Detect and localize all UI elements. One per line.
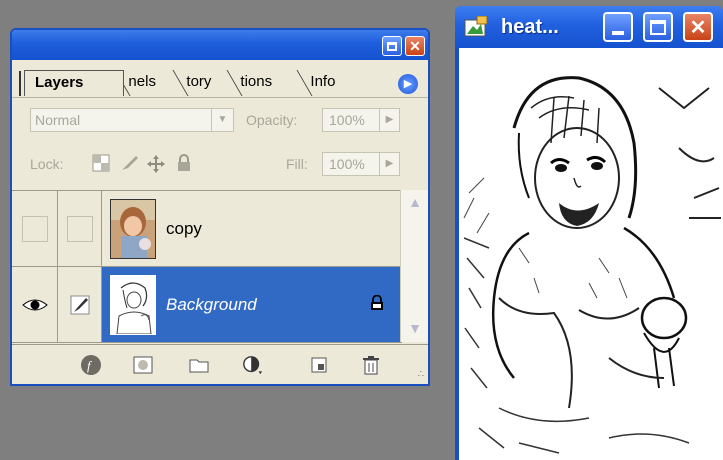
palette-menu-button[interactable]: ▶ (398, 74, 418, 94)
adjustment-icon (243, 356, 263, 375)
trash-icon (363, 356, 379, 375)
lock-label: Lock: (30, 156, 64, 172)
image-canvas[interactable] (459, 48, 723, 460)
tab-layers[interactable]: Layers (19, 70, 124, 96)
folder-icon (189, 359, 209, 373)
lock-move-icon[interactable] (146, 154, 166, 179)
link-toggle[interactable] (58, 267, 102, 342)
scroll-down-icon[interactable]: ▼ (405, 320, 425, 338)
maximize-icon (650, 19, 666, 35)
sketch-photo (459, 48, 723, 460)
palette-tabs: Layers nels tory tions Info ▶ (12, 60, 428, 98)
layer-name-background[interactable]: Background (166, 295, 257, 315)
link-layers-button[interactable]: f (80, 354, 102, 376)
link-empty-box (66, 215, 93, 242)
palette-maximize-button[interactable] (382, 36, 402, 56)
layer-thumbnail-copy (110, 199, 156, 259)
scroll-up-icon[interactable]: ▲ (405, 194, 425, 212)
link-toggle[interactable] (58, 191, 102, 266)
new-layer-icon (311, 357, 327, 373)
lock-all-icon[interactable] (176, 154, 192, 177)
palette-close-button[interactable]: ✕ (405, 36, 425, 56)
minimize-button[interactable] (603, 12, 633, 42)
play-icon: ▶ (403, 78, 413, 90)
blend-opacity-row: Normal ▼ Opacity: 100% ▶ (12, 100, 428, 138)
layer-style-icon: f (81, 355, 101, 375)
image-window-title: heat... (501, 16, 559, 38)
fill-value: 100% (329, 156, 365, 172)
fill-label: Fill: (286, 156, 308, 172)
layers-list: copy Background (12, 190, 402, 343)
close-icon: ✕ (409, 37, 421, 54)
image-window: heat... ✕ (455, 6, 723, 460)
close-icon: ✕ (689, 16, 707, 39)
blend-mode-value: Normal (35, 112, 81, 128)
lock-fill-row: Lock: Fill: 100% ▶ (12, 144, 428, 182)
layer-row-copy[interactable]: copy (12, 191, 402, 267)
layers-scrollbar[interactable]: ▲ ▼ (400, 190, 428, 342)
new-layer-button[interactable] (308, 354, 330, 376)
visibility-empty-box (21, 215, 48, 242)
layer-thumbnail-background (110, 275, 156, 335)
layer-name-copy[interactable]: copy (166, 219, 202, 239)
new-group-button[interactable] (188, 354, 210, 376)
visibility-toggle[interactable] (12, 191, 58, 266)
layers-palette: ✕ Layers nels tory tions Info ▶ Normal ▼… (10, 28, 430, 386)
minimize-icon (612, 31, 624, 35)
palette-footer: f ∴ (12, 344, 428, 384)
eye-icon (21, 299, 48, 310)
photoshop-document-icon (464, 16, 488, 37)
close-button[interactable]: ✕ (683, 12, 713, 42)
image-window-titlebar[interactable]: heat... ✕ (455, 6, 723, 48)
add-mask-button[interactable] (132, 354, 154, 376)
tab-actions[interactable]: tions (226, 70, 304, 96)
layer-lock-icon (370, 294, 384, 316)
palette-titlebar[interactable]: ✕ (12, 30, 428, 60)
brush-icon (70, 295, 89, 314)
mask-icon (133, 356, 153, 374)
lock-brush-icon[interactable] (120, 154, 140, 177)
fill-slider-arrow-icon[interactable]: ▶ (379, 153, 399, 175)
layer-row-background[interactable]: Background (12, 267, 402, 343)
chevron-down-icon: ▼ (211, 109, 233, 131)
lock-transparency-icon[interactable] (92, 154, 110, 177)
maximize-button[interactable] (643, 12, 673, 42)
resize-grip-icon[interactable]: ∴ (418, 369, 424, 380)
adjustment-layer-button[interactable] (242, 354, 264, 376)
delete-layer-button[interactable] (360, 354, 382, 376)
opacity-value: 100% (329, 112, 365, 128)
opacity-field[interactable]: 100% ▶ (322, 108, 400, 132)
opacity-label: Opacity: (246, 112, 298, 128)
visibility-toggle[interactable] (12, 267, 58, 342)
tab-info[interactable]: Info (296, 70, 382, 96)
fill-field[interactable]: 100% ▶ (322, 152, 400, 176)
maximize-icon (387, 41, 397, 51)
opacity-slider-arrow-icon[interactable]: ▶ (379, 109, 399, 131)
blend-mode-select[interactable]: Normal ▼ (30, 108, 234, 132)
